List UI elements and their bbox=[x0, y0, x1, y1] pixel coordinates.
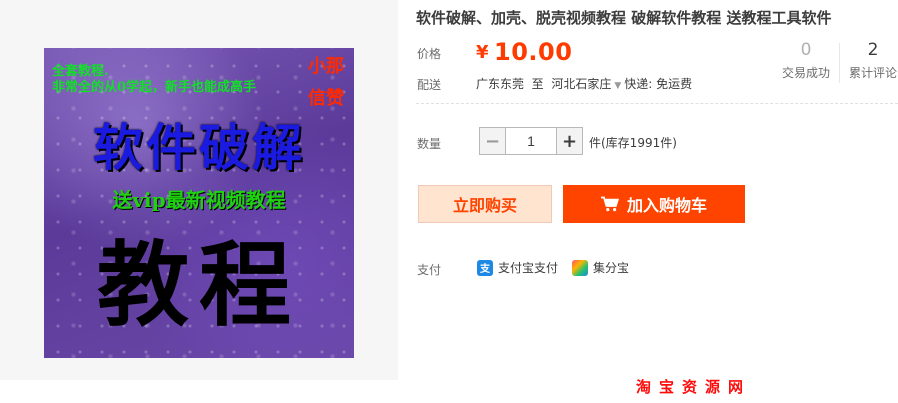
add-to-cart-label: 加入购物车 bbox=[626, 196, 707, 215]
shipping-label: 配送 bbox=[417, 78, 442, 92]
shipping-info: 广东东莞 至 河北石家庄 ▼ 快递: 免运费 bbox=[476, 75, 692, 92]
cart-icon bbox=[600, 196, 619, 212]
image-big-text: 教程 bbox=[96, 232, 301, 339]
shipping-to-word: 至 bbox=[531, 77, 544, 91]
review-stat[interactable]: 2 累计评论 bbox=[843, 40, 898, 81]
payment-alipay[interactable]: 支 支付宝支付 bbox=[477, 259, 558, 276]
quantity-increase-button[interactable]: + bbox=[557, 128, 582, 154]
product-gallery: 全套教程. 非常全的从0学起，新手也能成高手 小那 信赞 软件破解 送vip最新… bbox=[0, 0, 398, 380]
section-divider bbox=[416, 103, 898, 104]
review-label: 累计评论 bbox=[848, 66, 897, 80]
price-label: 价格 bbox=[417, 47, 442, 61]
watermark-text: 淘宝资源网 bbox=[636, 378, 752, 396]
sales-count: 0 bbox=[800, 40, 812, 60]
price-value: 10.00 bbox=[494, 38, 573, 66]
image-corner-text-2: 信赞 bbox=[308, 88, 344, 109]
stat-divider bbox=[839, 43, 840, 83]
payment-jifenbao-label: 集分宝 bbox=[593, 261, 630, 275]
quantity-input[interactable] bbox=[505, 128, 557, 154]
sales-label: 交易成功 bbox=[781, 66, 830, 80]
shipping-destination[interactable]: 河北石家庄 bbox=[551, 77, 611, 91]
image-subline: 送vip最新视频教程 bbox=[112, 188, 286, 212]
shipping-from: 广东东莞 bbox=[476, 77, 525, 91]
jifenbao-icon bbox=[572, 259, 588, 276]
buy-now-button[interactable]: 立即购买 bbox=[418, 185, 552, 223]
payment-alipay-label: 支付宝支付 bbox=[498, 261, 559, 275]
stock-text: 件(库存1991件) bbox=[589, 136, 677, 150]
payment-jifenbao[interactable]: 集分宝 bbox=[572, 259, 629, 276]
product-main-image[interactable]: 全套教程. 非常全的从0学起，新手也能成高手 小那 信赞 软件破解 送vip最新… bbox=[44, 48, 354, 358]
image-caption-line2: 非常全的从0学起，新手也能成高手 bbox=[52, 80, 257, 95]
shipping-method: 快递: 免运费 bbox=[624, 77, 693, 91]
price-currency: ¥ bbox=[476, 42, 489, 63]
quantity-decrease-button[interactable]: − bbox=[480, 128, 505, 154]
review-count: 2 bbox=[867, 40, 879, 60]
image-headline: 软件破解 bbox=[93, 118, 305, 177]
chevron-down-icon[interactable]: ▼ bbox=[614, 81, 621, 91]
alipay-icon: 支 bbox=[477, 259, 493, 276]
quantity-stepper: − + bbox=[479, 127, 583, 155]
add-to-cart-button[interactable]: 加入购物车 bbox=[563, 185, 745, 223]
image-corner-text-1: 小那 bbox=[308, 56, 344, 77]
product-title: 软件破解、加壳、脱壳视频教程 破解软件教程 送教程工具软件 bbox=[416, 9, 832, 27]
sales-stat[interactable]: 0 交易成功 bbox=[776, 40, 836, 81]
payment-label: 支付 bbox=[417, 263, 442, 277]
quantity-label: 数量 bbox=[417, 137, 442, 151]
